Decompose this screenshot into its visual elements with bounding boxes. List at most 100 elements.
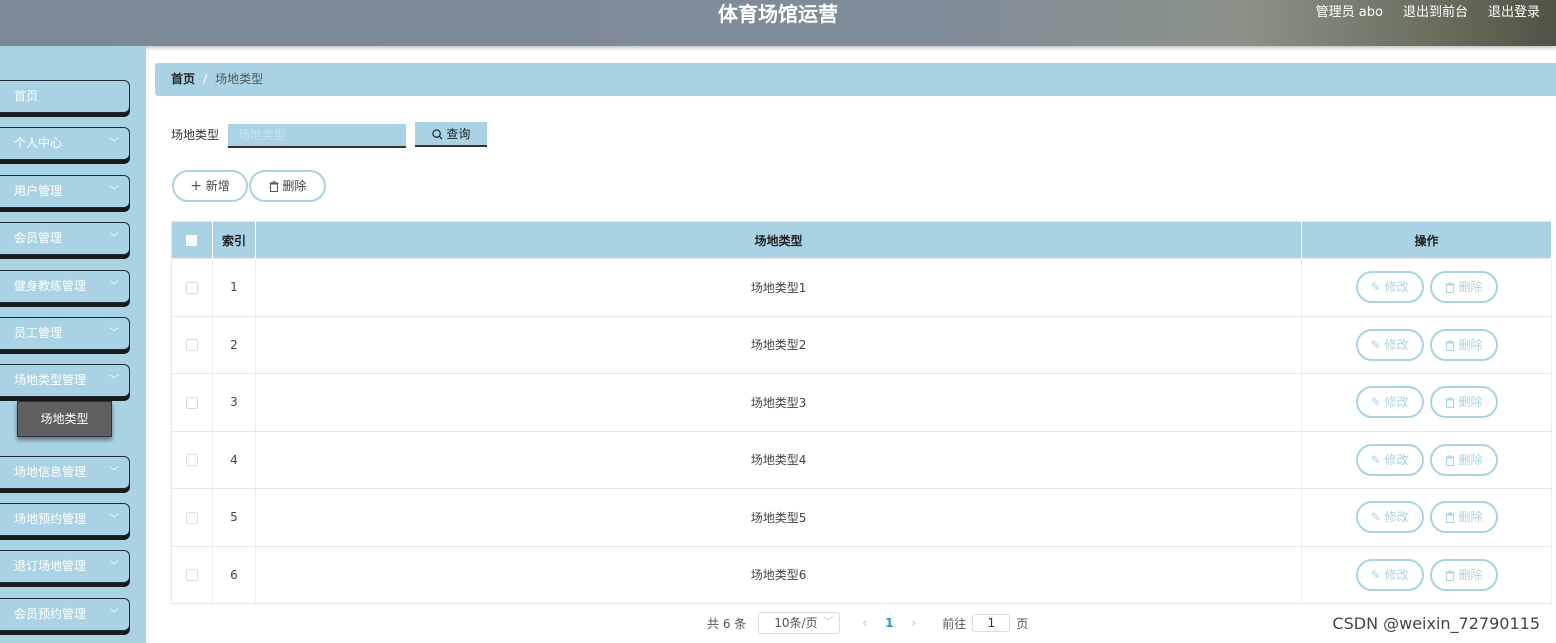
table-row: 2 场地类型2 ✎ 修改 删除 — [171, 315, 1552, 374]
page-number-current[interactable]: 1 — [885, 616, 893, 630]
logout-link[interactable]: 退出登录 — [1488, 4, 1540, 22]
row-checkbox[interactable] — [185, 396, 198, 409]
row-checkbox[interactable] — [185, 569, 198, 582]
chevron-down-icon: ﹀ — [109, 281, 119, 292]
search-button[interactable]: 查询 — [415, 122, 487, 147]
page-size-select[interactable]: 10条/页 ﹀ — [758, 612, 841, 634]
prev-page-icon[interactable]: ‹ — [862, 616, 867, 630]
sidebar-item-label: 健身教练管理 — [14, 279, 87, 293]
edit-button-label: 修改 — [1384, 452, 1409, 467]
edit-icon: ✎ — [1370, 510, 1385, 525]
venue-type-table: 索引 场地类型 操作 1 场地类型1 ✎ 修改 删除 2 场地类型2 ✎ 修改 删除 3 场地… — [171, 221, 1552, 604]
row-index: 4 — [212, 430, 256, 489]
edit-icon: ✎ — [1370, 452, 1385, 467]
sidebar-item-label: 场地信息管理 — [14, 465, 87, 479]
edit-button[interactable]: ✎ 修改 — [1355, 501, 1424, 534]
row-checkbox[interactable] — [185, 281, 198, 294]
row-delete-button[interactable]: 删除 — [1429, 443, 1498, 476]
breadcrumb-separator: / — [203, 72, 208, 86]
sidebar-item-venue-booking-mgmt[interactable]: 场地预约管理 ﹀ — [0, 503, 130, 536]
back-to-front-link[interactable]: 退出到前台 — [1403, 4, 1468, 22]
row-delete-button[interactable]: 删除 — [1429, 501, 1498, 534]
edit-button-label: 修改 — [1384, 567, 1409, 582]
row-checkbox[interactable] — [185, 511, 198, 524]
row-checkbox[interactable] — [185, 339, 198, 352]
sidebar-item-label: 个人中心 — [14, 136, 63, 150]
venue-type-search-input[interactable] — [228, 124, 406, 148]
sidebar-item-member-booking-mgmt[interactable]: 会员预约管理 ﹀ — [0, 598, 130, 631]
plus-icon: + — [190, 178, 202, 194]
select-all-cell — [171, 221, 213, 259]
row-venue-type: 场地类型5 — [255, 488, 1303, 546]
sidebar-item-label: 员工管理 — [14, 326, 63, 340]
breadcrumb-current: 场地类型 — [215, 72, 264, 86]
edit-icon: ✎ — [1370, 337, 1385, 352]
row-delete-button[interactable]: 删除 — [1429, 386, 1498, 419]
sidebar-item-label: 会员管理 — [14, 231, 63, 245]
sidebar-item-venue-type-mgmt[interactable]: 场地类型管理 ﹀ — [0, 364, 130, 397]
edit-button[interactable]: ✎ 修改 — [1355, 271, 1424, 304]
sidebar-item-cancel-booking-mgmt[interactable]: 退订场地管理 ﹀ — [0, 550, 130, 583]
chevron-down-icon: ﹀ — [109, 328, 119, 339]
sidebar-item-user-mgmt[interactable]: 用户管理 ﹀ — [0, 175, 130, 208]
search-icon — [431, 129, 443, 140]
row-index: 2 — [212, 315, 256, 374]
chevron-down-icon: ﹀ — [109, 233, 119, 244]
chevron-down-icon: ﹀ — [109, 561, 119, 572]
row-actions: ✎ 修改 删除 — [1301, 488, 1552, 546]
row-venue-type: 场地类型3 — [255, 373, 1303, 431]
trash-icon — [1445, 397, 1455, 409]
edit-button[interactable]: ✎ 修改 — [1355, 386, 1424, 419]
row-delete-button[interactable]: 删除 — [1429, 271, 1498, 304]
sidebar-item-coach-mgmt[interactable]: 健身教练管理 ﹀ — [0, 270, 130, 303]
row-index: 3 — [212, 373, 256, 431]
row-venue-type: 场地类型4 — [255, 430, 1303, 489]
row-actions: ✎ 修改 删除 — [1301, 373, 1552, 431]
row-delete-label: 删除 — [1458, 395, 1483, 410]
chevron-down-icon: ﹀ — [109, 467, 119, 478]
submenu-item-venue-type[interactable]: 场地类型 — [17, 401, 112, 437]
batch-delete-button[interactable]: 删除 — [249, 170, 326, 202]
row-delete-button[interactable]: 删除 — [1429, 558, 1498, 591]
breadcrumb-home[interactable]: 首页 — [171, 72, 195, 86]
next-page-icon[interactable]: › — [911, 616, 916, 630]
row-index: 6 — [212, 545, 256, 604]
edit-icon: ✎ — [1370, 395, 1385, 410]
sidebar-item-staff-mgmt[interactable]: 员工管理 ﹀ — [0, 317, 130, 350]
edit-button[interactable]: ✎ 修改 — [1355, 558, 1424, 591]
table-row: 5 场地类型5 ✎ 修改 删除 — [171, 488, 1552, 546]
row-select-cell — [171, 488, 213, 546]
row-select-cell — [171, 545, 213, 604]
edit-button[interactable]: ✎ 修改 — [1355, 443, 1424, 476]
row-actions: ✎ 修改 删除 — [1301, 258, 1552, 316]
select-all-checkbox[interactable] — [186, 235, 198, 246]
search-button-label: 查询 — [446, 127, 471, 141]
edit-button-label: 修改 — [1384, 280, 1409, 295]
sidebar-item-home[interactable]: 首页 — [0, 80, 130, 113]
row-actions: ✎ 修改 删除 — [1301, 430, 1552, 489]
row-checkbox[interactable] — [185, 454, 198, 467]
sidebar-item-label: 用户管理 — [14, 184, 63, 198]
row-delete-label: 删除 — [1458, 510, 1483, 525]
row-actions: ✎ 修改 删除 — [1301, 315, 1552, 374]
row-venue-type: 场地类型6 — [255, 545, 1303, 604]
sidebar-item-personal-center[interactable]: 个人中心 ﹀ — [0, 127, 130, 160]
sidebar-item-member-mgmt[interactable]: 会员管理 ﹀ — [0, 222, 130, 255]
breadcrumb: 首页 / 场地类型 — [155, 63, 1556, 96]
row-select-cell — [171, 258, 213, 316]
row-delete-button[interactable]: 删除 — [1429, 328, 1498, 361]
page-suffix: 页 — [1016, 616, 1029, 631]
sidebar-item-venue-info-mgmt[interactable]: 场地信息管理 ﹀ — [0, 456, 130, 489]
sidebar-item-label: 会员预约管理 — [14, 607, 87, 621]
edit-button-label: 修改 — [1384, 395, 1409, 410]
total-count: 共 6 条 — [707, 616, 747, 631]
row-delete-label: 删除 — [1458, 567, 1483, 582]
chevron-down-icon: ﹀ — [109, 186, 119, 197]
edit-button[interactable]: ✎ 修改 — [1355, 328, 1424, 361]
goto-page-input[interactable]: 1 — [972, 614, 1011, 632]
add-button[interactable]: + 新增 — [172, 170, 248, 202]
table-row: 6 场地类型6 ✎ 修改 删除 — [171, 545, 1552, 604]
edit-button-label: 修改 — [1384, 337, 1409, 352]
edit-icon: ✎ — [1370, 567, 1385, 582]
pagination: 共 6 条 10条/页 ﹀ ‹ 1 › 前往 1 页 — [707, 612, 1028, 634]
